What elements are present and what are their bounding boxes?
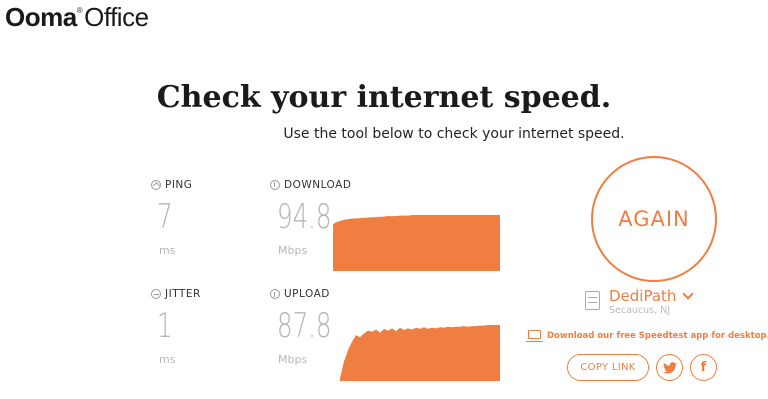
server-selector[interactable]: DediPath — [609, 287, 695, 305]
copy-link-button[interactable]: COPY LINK — [567, 354, 649, 381]
download-graph-area — [333, 215, 500, 271]
brand-trademark: ® — [76, 6, 83, 15]
jitter-label: JITTER — [151, 288, 201, 300]
upload-unit: Mbps — [278, 353, 308, 366]
server-name: DediPath — [609, 287, 677, 305]
upload-label: UPLOAD — [270, 288, 330, 300]
brand-name-part2: Office — [84, 2, 149, 32]
ping-label: PING — [151, 179, 192, 191]
jitter-icon — [151, 289, 161, 299]
page-subtitle: Use the tool below to check your interne… — [283, 126, 625, 142]
brand-logo: Ooma®Office — [5, 2, 149, 33]
download-unit: Mbps — [278, 244, 308, 257]
twitter-share-button[interactable] — [656, 354, 683, 381]
facebook-icon: f — [700, 360, 707, 375]
brand-name-part1: Ooma — [5, 2, 77, 32]
upload-value: 87.8 — [277, 306, 332, 346]
download-speed-graph — [333, 215, 500, 271]
upload-graph-area — [340, 325, 500, 381]
laptop-icon — [526, 330, 543, 342]
ping-unit: ms — [159, 244, 176, 257]
download-value: 94.8 — [277, 197, 332, 237]
facebook-share-button[interactable]: f — [690, 354, 717, 381]
upload-icon — [270, 289, 280, 299]
page-title: Check your internet speed. — [156, 80, 612, 115]
ping-value: 7 — [157, 197, 173, 237]
again-button[interactable]: AGAIN — [591, 156, 717, 282]
server-icon — [585, 291, 600, 310]
chevron-down-icon — [682, 288, 695, 300]
twitter-icon — [662, 361, 677, 374]
download-label-text: DOWNLOAD — [284, 179, 352, 191]
upload-speed-graph — [340, 325, 500, 381]
jitter-label-text: JITTER — [165, 288, 201, 300]
download-app-link[interactable]: Download our free Speedtest app for desk… — [547, 331, 768, 341]
download-label: DOWNLOAD — [270, 179, 351, 191]
download-icon — [270, 180, 280, 190]
jitter-unit: ms — [159, 353, 176, 366]
ping-icon — [151, 180, 161, 190]
jitter-value: 1 — [157, 306, 173, 346]
upload-label-text: UPLOAD — [284, 288, 330, 300]
server-location: Secaucus, NJ — [609, 305, 671, 316]
ping-label-text: PING — [165, 179, 193, 191]
